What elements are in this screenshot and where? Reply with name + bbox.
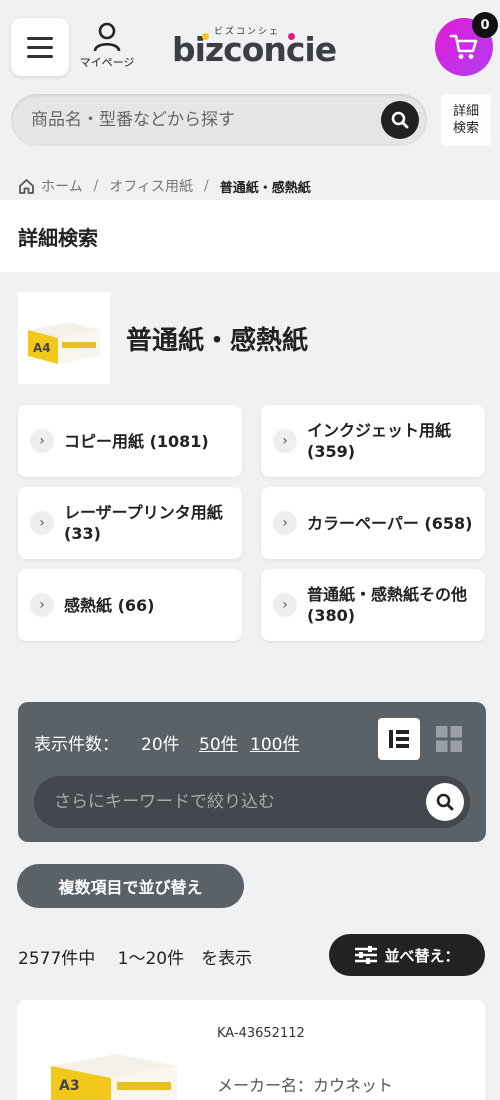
- search-bar: [11, 94, 427, 146]
- advanced-search-title: 詳細検索: [18, 226, 98, 250]
- sort-label: 並べ替え：: [384, 946, 460, 965]
- category-image-label: A4: [33, 341, 51, 355]
- subcategory-card[interactable]: › インクジェット用紙 (359): [261, 405, 485, 477]
- result-suffix: を表示: [201, 949, 253, 969]
- display-count-100[interactable]: 100件: [250, 730, 299, 755]
- chevron-right-icon: ›: [273, 429, 297, 453]
- result-total: 2577件中: [18, 949, 96, 969]
- subcategory-card[interactable]: › カラーペーパー (658): [261, 487, 485, 559]
- chevron-right-icon: ›: [30, 511, 54, 535]
- search-icon: [436, 793, 454, 811]
- search-icon: [391, 111, 409, 129]
- home-icon[interactable]: [18, 178, 35, 194]
- subcategory-label: コピー用紙 (1081): [64, 431, 209, 451]
- keyword-filter: [34, 776, 470, 828]
- advanced-search-button[interactable]: 詳細 検索: [441, 94, 491, 146]
- subcategory-card[interactable]: › 普通紙・感熱紙その他 (380): [261, 569, 485, 641]
- sliders-icon: [355, 946, 378, 964]
- menu-icon-line: [27, 45, 53, 49]
- mypage-label: マイページ: [79, 56, 135, 69]
- subcategory-label: インクジェット用紙 (359): [307, 421, 452, 461]
- list-view-button[interactable]: [378, 718, 420, 760]
- paper-box-image: A4: [28, 322, 100, 364]
- product-image-label: A3: [59, 1078, 80, 1094]
- advanced-search-header[interactable]: 詳細検索: [0, 200, 500, 272]
- user-icon: [93, 22, 121, 52]
- advanced-search-label-1: 詳細: [452, 104, 479, 119]
- result-range: 1〜20件: [117, 949, 185, 969]
- subcategory-label: 感熱紙 (66): [64, 595, 155, 615]
- category-image: A4: [18, 292, 110, 384]
- search-button[interactable]: [381, 101, 419, 139]
- result-count: 2577件中 1〜20件 を表示: [18, 944, 252, 969]
- breadcrumb-separator: /: [204, 178, 209, 194]
- multi-sort-button[interactable]: 複数項目で並び替え: [17, 864, 244, 908]
- cart-icon: [449, 34, 478, 59]
- keyword-filter-input[interactable]: [54, 776, 414, 828]
- menu-icon-line: [27, 54, 53, 58]
- grid-view-icon[interactable]: [436, 726, 462, 752]
- search-input[interactable]: [31, 94, 371, 146]
- product-image: A3: [51, 1054, 177, 1100]
- menu-icon: [27, 36, 53, 40]
- breadcrumb-separator: /: [93, 178, 99, 194]
- category-header: A4 普通紙・感熱紙: [18, 292, 308, 384]
- advanced-search-label-2: 検索: [452, 121, 479, 136]
- keyword-filter-button[interactable]: [426, 783, 464, 821]
- header: マイページ ビズコンシェ bizconcie 0: [0, 0, 500, 90]
- site-logo[interactable]: ビズコンシェ bizconcie: [172, 24, 337, 70]
- breadcrumb-current: 普通紙・感熱紙: [219, 180, 311, 196]
- breadcrumb: ホーム / オフィス用紙 / 普通紙・感熱紙: [18, 176, 311, 196]
- display-panel: 表示件数： 20件 50件 100件: [18, 702, 486, 842]
- breadcrumb-parent[interactable]: オフィス用紙: [109, 176, 193, 196]
- subcategory-card[interactable]: › 感熱紙 (66): [18, 569, 242, 641]
- subcategory-card[interactable]: › コピー用紙 (1081): [18, 405, 242, 477]
- logo-dot-yellow: [202, 33, 209, 40]
- subcategory-label: 普通紙・感熱紙その他 (380): [307, 585, 468, 625]
- subcategory-label: カラーペーパー (658): [307, 513, 473, 533]
- list-view-icon: [389, 730, 409, 748]
- category-title: 普通紙・感熱紙: [126, 325, 309, 356]
- chevron-right-icon: ›: [30, 593, 54, 617]
- product-maker: メーカー名：カウネット: [217, 1076, 394, 1095]
- logo-dot-pink: [288, 33, 295, 40]
- chevron-right-icon: ›: [273, 593, 297, 617]
- mypage-button[interactable]: マイページ: [76, 22, 138, 70]
- logo-text: bizconcie: [172, 30, 337, 69]
- cart-count-badge: 0: [472, 12, 498, 38]
- product-code: KA-43652112: [217, 1026, 305, 1041]
- display-count-label: 表示件数：: [34, 735, 119, 755]
- product-card[interactable]: A3 KA-43652112 メーカー名：カウネット: [17, 1000, 485, 1100]
- breadcrumb-home[interactable]: ホーム: [41, 176, 83, 196]
- chevron-right-icon: ›: [30, 429, 54, 453]
- hamburger-menu-button[interactable]: [11, 18, 69, 76]
- display-count-20: 20件: [141, 735, 180, 755]
- display-count-50[interactable]: 50件: [199, 730, 238, 755]
- subcategory-label: レーザープリンタ用紙 (33): [64, 503, 223, 543]
- chevron-right-icon: ›: [273, 511, 297, 535]
- sort-button[interactable]: 並べ替え：: [329, 934, 485, 976]
- subcategory-card[interactable]: › レーザープリンタ用紙 (33): [18, 487, 242, 559]
